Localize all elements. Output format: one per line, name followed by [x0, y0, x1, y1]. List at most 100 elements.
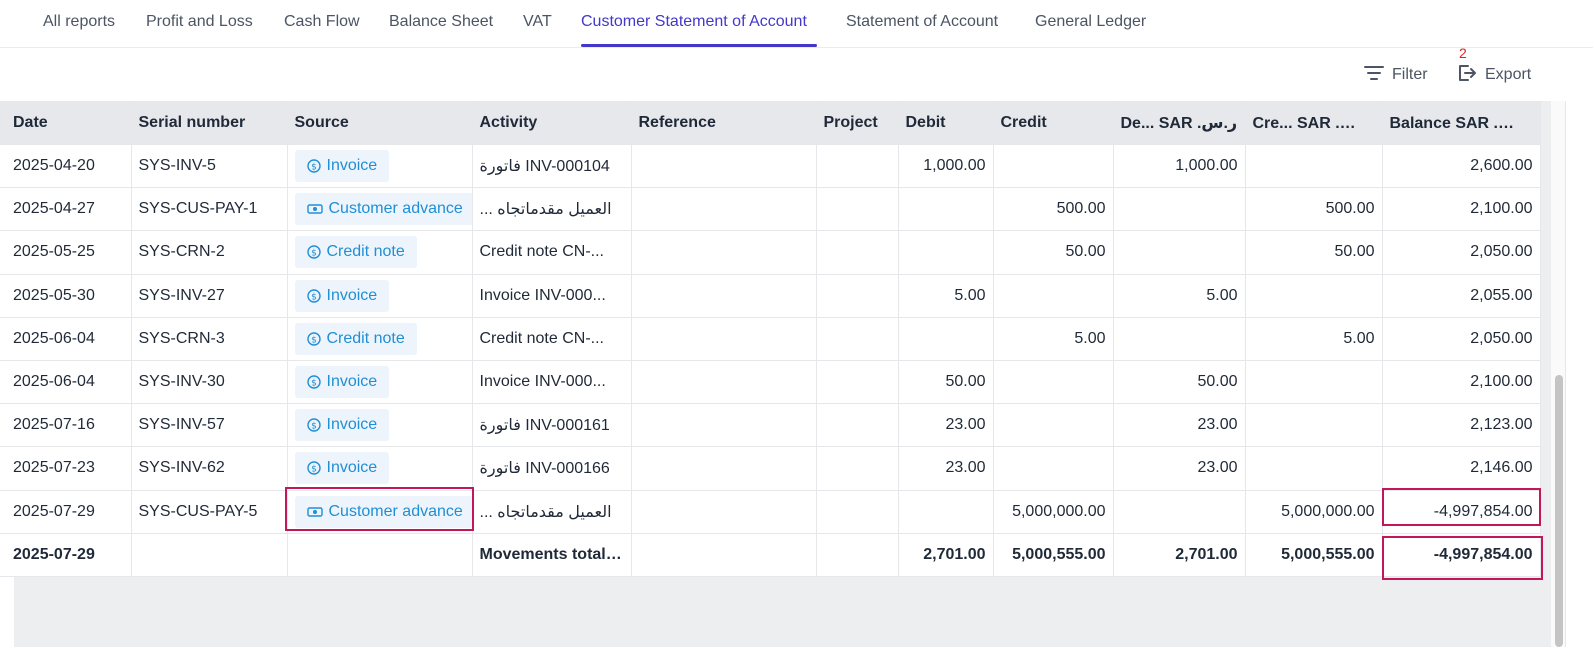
source-link-button[interactable]: $ Invoice [294, 452, 390, 485]
cell-serial: SYS-INV-57 [131, 403, 288, 448]
source-link-button[interactable]: Customer advance [294, 495, 471, 528]
svg-text:$: $ [311, 378, 317, 388]
table-row[interactable]: 2025-04-27 SYS-CUS-PAY-1 Customer advance.… [0, 187, 1541, 232]
cell-credit-sar: 500.00 [1245, 187, 1383, 232]
source-link-button[interactable]: $ Invoice [294, 409, 390, 442]
cell-reference [631, 317, 817, 361]
col-header-debit[interactable]: Debit [898, 101, 994, 145]
cell-credit: 500.00 [993, 187, 1114, 232]
cell-debit-sar [1113, 490, 1246, 534]
cell-reference [631, 360, 817, 405]
cell-serial [131, 533, 288, 577]
tab-cash-flow[interactable]: Cash Flow [284, 13, 360, 31]
col-header-credit-sar[interactable]: Cre... SAR .ر.س [1245, 101, 1383, 145]
cell-project [816, 317, 899, 361]
cell-credit [993, 274, 1114, 318]
tab-customer-statement-of-account[interactable]: Customer Statement of Account [581, 13, 807, 31]
cell-serial: SYS-INV-27 [131, 274, 288, 318]
cell-credit-sar: 5.00 [1245, 317, 1383, 361]
table-row[interactable]: 2025-04-20 SYS-INV-5 $ Invoice فاتورة INV-00… [0, 144, 1541, 189]
cell-reference [631, 274, 817, 318]
tab-vat[interactable]: VAT [523, 13, 552, 31]
col-header-source[interactable]: Source [287, 101, 473, 145]
cell-reference [631, 533, 817, 577]
cell-activity: ... العميل مقدماتجاه [472, 490, 632, 534]
source-link-button[interactable]: Customer advance [294, 193, 471, 226]
table-row[interactable]: 2025-07-23 SYS-INV-62 $ Invoice فاتورة INV-0… [0, 446, 1541, 491]
source-label: Invoice [326, 157, 378, 175]
cell-debit-sar [1113, 230, 1246, 275]
cell-credit [993, 360, 1114, 405]
col-header-balance-sar[interactable]: Balance SAR .ر.س [1382, 101, 1541, 145]
col-header-activity[interactable]: Activity [472, 101, 632, 145]
tab-balance-sheet[interactable]: Balance Sheet [389, 13, 493, 31]
cell-credit-sar [1245, 446, 1383, 491]
source-label: Credit note [326, 243, 405, 261]
cell-source: $ Invoice [287, 403, 473, 448]
source-link-button[interactable]: $ Invoice [294, 150, 390, 183]
col-header-date[interactable]: Date [0, 101, 132, 145]
col-header-debit-sar[interactable]: De... SAR .ر.س [1113, 101, 1246, 145]
cell-source: $ Invoice [287, 144, 473, 189]
dollar-circle-icon: $ [306, 418, 321, 432]
cell-balance-sar: 2,100.00 [1382, 360, 1541, 405]
cell-debit-sar: 23.00 [1113, 403, 1246, 448]
cell-serial: SYS-INV-30 [131, 360, 288, 405]
cell-activity: Credit note CN-... [472, 317, 632, 361]
cell-source: $ Credit note [287, 230, 473, 275]
source-link-button[interactable]: $ Invoice [294, 279, 390, 312]
table-row[interactable]: 2025-05-30 SYS-INV-27 $ Invoice Invoice INV-… [0, 274, 1541, 318]
svg-text:$: $ [311, 335, 317, 345]
source-link-button[interactable]: $ Invoice [294, 366, 390, 399]
source-label: Invoice [326, 459, 378, 477]
tab-statement-of-account[interactable]: Statement of Account [846, 13, 998, 31]
filter-button[interactable]: Filter [1364, 64, 1428, 86]
tab-all-reports[interactable]: All reports [43, 13, 115, 31]
cell-balance-sar: 2,100.00 [1382, 187, 1541, 232]
report-tabs: All reports Profit and Loss Cash Flow Ba… [0, 0, 1593, 48]
col-header-serial-number[interactable]: Serial number [131, 101, 288, 145]
cell-project [816, 187, 899, 232]
cell-serial: SYS-CUS-PAY-5 [131, 490, 288, 534]
cell-debit [898, 187, 994, 232]
cell-reference [631, 230, 817, 275]
filter-label: Filter [1392, 66, 1428, 83]
col-header-reference[interactable]: Reference [631, 101, 817, 145]
cell-balance-sar: 2,146.00 [1382, 446, 1541, 491]
table-row[interactable]: 2025-05-25 SYS-CRN-2 $ Credit note Credit no… [0, 230, 1541, 275]
cell-debit-sar: 23.00 [1113, 446, 1246, 491]
source-link-button[interactable]: $ Credit note [294, 322, 417, 355]
cell-serial: SYS-CRN-3 [131, 317, 288, 361]
scrollbar-thumb[interactable] [1555, 375, 1563, 647]
cell-debit: 23.00 [898, 403, 994, 448]
table-row[interactable]: 2025-06-04 SYS-INV-30 $ Invoice Invoice INV-… [0, 360, 1541, 405]
cell-date: 2025-07-23 [0, 446, 132, 491]
tab-profit-and-loss[interactable]: Profit and Loss [146, 13, 253, 31]
source-label: Invoice [326, 286, 378, 304]
table-row[interactable]: 2025-06-04 SYS-CRN-3 $ Credit note Credit no… [0, 317, 1541, 361]
export-button[interactable]: Export [1457, 64, 1531, 86]
table-row[interactable]: 2025-07-29 SYS-CUS-PAY-5 Customer advance.… [0, 490, 1541, 534]
tab-general-ledger[interactable]: General Ledger [1035, 13, 1146, 31]
cell-debit [898, 490, 994, 534]
table-total-row[interactable]: 2025-07-29 Movements total ar 2,701.00 5,00… [0, 533, 1541, 577]
col-header-project[interactable]: Project [816, 101, 899, 145]
cell-credit: 50.00 [993, 230, 1114, 275]
cell-credit: 5,000,000.00 [993, 490, 1114, 534]
source-link-button[interactable]: $ Credit note [294, 236, 417, 269]
cell-date: 2025-06-04 [0, 360, 132, 405]
col-header-credit[interactable]: Credit [993, 101, 1114, 145]
cell-credit [993, 403, 1114, 448]
export-icon [1457, 63, 1477, 88]
cell-reference [631, 144, 817, 189]
cell-credit [993, 144, 1114, 189]
cell-project [816, 533, 899, 577]
cell-project [816, 230, 899, 275]
cell-activity: Invoice INV-000... [472, 274, 632, 318]
source-label: Customer advance [328, 200, 463, 218]
table-row[interactable]: 2025-07-16 SYS-INV-57 $ Invoice فاتورة INV-0… [0, 403, 1541, 448]
cash-icon [306, 505, 323, 519]
svg-text:$: $ [311, 292, 317, 302]
cell-project [816, 446, 899, 491]
dollar-circle-icon: $ [306, 159, 321, 173]
